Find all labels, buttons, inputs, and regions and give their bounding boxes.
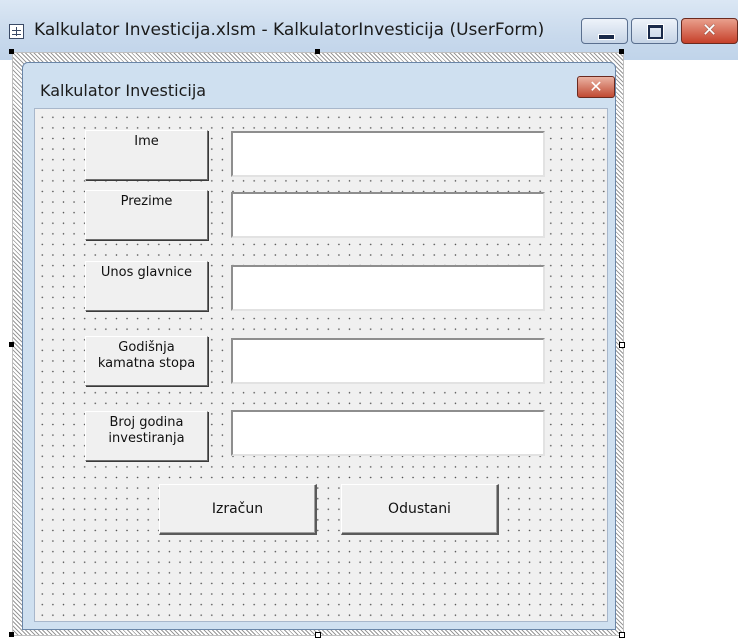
- label-godisnja-kamatna-stopa[interactable]: Godišnja kamatna stopa: [85, 336, 208, 386]
- userform[interactable]: Kalkulator Investicija ✕ Ime Prezime Uno…: [22, 62, 616, 630]
- cancel-button[interactable]: Odustani: [341, 484, 499, 535]
- textbox-ime[interactable]: [231, 131, 545, 177]
- label-text: Broj godina: [109, 415, 184, 430]
- label-unos-glavnice[interactable]: Unos glavnice: [85, 261, 208, 311]
- label-text: Ime: [134, 134, 159, 149]
- calculate-button[interactable]: Izračun: [159, 484, 317, 535]
- resize-handle[interactable]: [619, 342, 625, 348]
- resize-handle[interactable]: [9, 632, 14, 637]
- maximize-button[interactable]: [631, 18, 678, 44]
- close-icon: ✕: [701, 20, 718, 41]
- minimize-icon: [598, 34, 615, 40]
- resize-handle[interactable]: [315, 49, 320, 54]
- textbox-godisnja-kamatna-stopa[interactable]: [231, 338, 545, 384]
- textbox-prezime[interactable]: [231, 192, 545, 238]
- minimize-button[interactable]: [581, 18, 628, 44]
- label-broj-godina-investiranja[interactable]: Broj godina investiranja: [85, 411, 208, 461]
- resize-handle[interactable]: [9, 342, 14, 347]
- form-close-button[interactable]: ✕: [577, 76, 615, 98]
- resize-handle[interactable]: [315, 632, 321, 638]
- label-text: Godišnja: [118, 340, 175, 355]
- userform-icon: [9, 24, 24, 39]
- resize-handle[interactable]: [9, 49, 14, 54]
- label-text: investiranja: [108, 431, 185, 446]
- label-text: Prezime: [120, 194, 173, 209]
- designer-window-title: Kalkulator Investicija.xlsm - Kalkulator…: [34, 20, 545, 40]
- label-text: kamatna stopa: [97, 356, 196, 371]
- maximize-icon: [647, 24, 664, 40]
- textbox-unos-glavnice[interactable]: [231, 265, 545, 311]
- form-client-area[interactable]: Ime Prezime Unos glavnice Godišnja kamat…: [34, 108, 608, 622]
- form-title: Kalkulator Investicija: [40, 81, 207, 100]
- label-ime[interactable]: Ime: [85, 130, 208, 180]
- close-icon: ✕: [589, 77, 603, 96]
- textbox-broj-godina-investiranja[interactable]: [231, 410, 545, 456]
- label-text: Unos glavnice: [100, 265, 193, 280]
- designer-window-titlebar: Kalkulator Investicija.xlsm - Kalkulator…: [0, 0, 738, 60]
- resize-handle[interactable]: [619, 632, 625, 638]
- label-prezime[interactable]: Prezime: [85, 190, 208, 240]
- window-close-button[interactable]: ✕: [681, 18, 738, 44]
- resize-handle[interactable]: [619, 49, 624, 54]
